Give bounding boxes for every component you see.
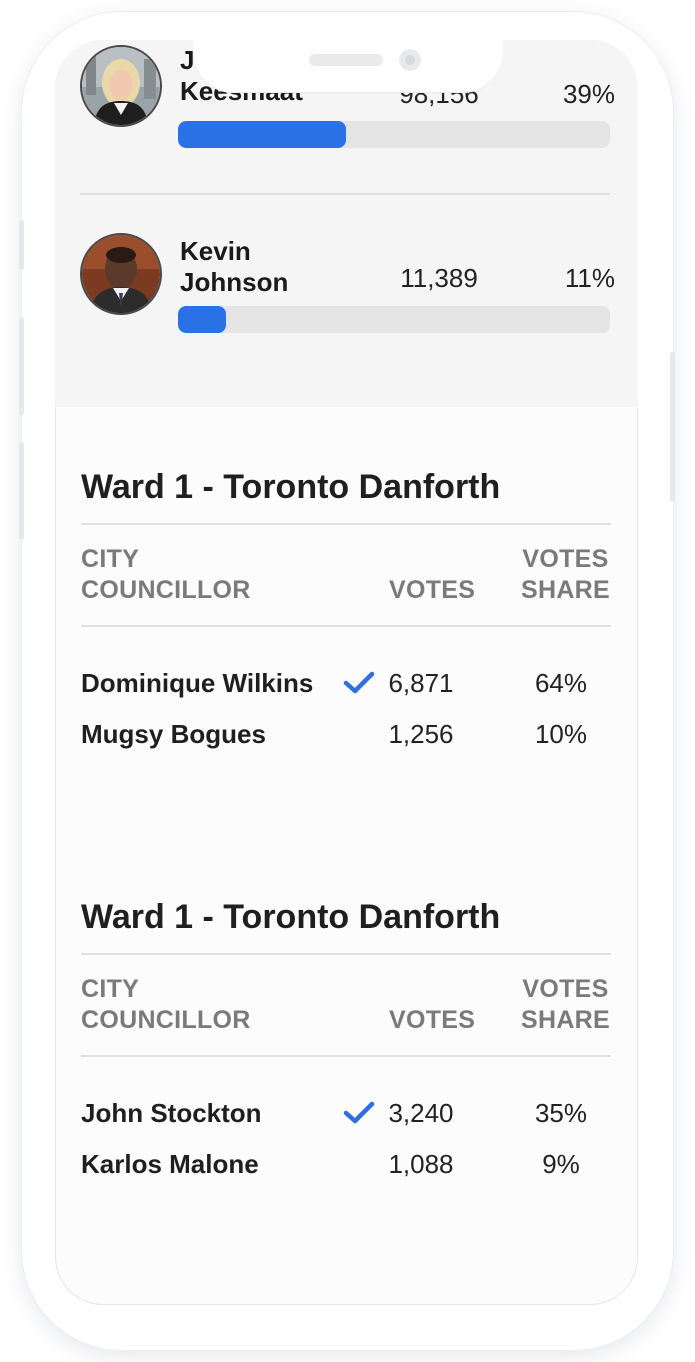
vote-share-bar xyxy=(178,306,610,333)
header-divider xyxy=(81,1055,611,1057)
phone-screen: J Keesmaat 98,156 39% xyxy=(55,40,638,1305)
vote-share-bar xyxy=(178,121,610,148)
side-button-volume-down xyxy=(19,442,24,540)
candidate-share: 11% xyxy=(564,263,615,293)
councillor-share: 9% xyxy=(542,1149,580,1179)
councillor-votes: 6,871 xyxy=(388,668,454,698)
column-header-councillor: CITY COUNCILLOR xyxy=(81,545,251,604)
table-row[interactable]: Karlos Malone 1,088 9% xyxy=(81,1149,611,1189)
column-header-share: VOTES SHARE xyxy=(521,545,611,604)
councillor-name: Karlos Malone xyxy=(81,1149,259,1179)
candidate-name: Kevin Johnson xyxy=(180,236,340,298)
vote-share-bar-fill xyxy=(178,121,347,148)
councillor-share: 35% xyxy=(534,1098,588,1128)
candidate-name-line2: Johnson xyxy=(180,267,289,297)
column-header-councillor: CITY COUNCILLOR xyxy=(81,975,251,1034)
ward-title-divider xyxy=(81,953,611,955)
camera-icon xyxy=(399,49,421,71)
candidate-share: 39% xyxy=(562,79,615,109)
mayor-results-panel: J Keesmaat 98,156 39% xyxy=(55,40,638,407)
candidate-avatar xyxy=(80,233,162,315)
header-divider xyxy=(81,625,611,627)
councillor-votes: 1,088 xyxy=(388,1149,454,1179)
candidate-divider xyxy=(80,193,610,195)
councillor-share: 64% xyxy=(534,668,588,698)
councillor-votes: 1,256 xyxy=(388,719,454,749)
councillor-share: 10% xyxy=(534,719,588,749)
ward-title: Ward 1 - Toronto Danforth xyxy=(81,898,501,936)
speaker-grille xyxy=(309,54,383,66)
vote-share-bar-fill xyxy=(178,306,226,333)
column-header-share: VOTES SHARE xyxy=(521,975,611,1034)
device-notch xyxy=(193,40,503,92)
councillor-name: Mugsy Bogues xyxy=(81,719,266,749)
column-header-votes: VOTES xyxy=(389,576,476,604)
checkmark-icon xyxy=(343,1101,375,1124)
column-header-votes: VOTES xyxy=(389,1006,476,1034)
ward-title-divider xyxy=(81,523,611,525)
table-row[interactable]: Dominique Wilkins 6,871 64% xyxy=(81,668,611,708)
woman-portrait-icon xyxy=(82,47,160,125)
councillor-name: John Stockton xyxy=(81,1098,262,1128)
checkmark-icon xyxy=(343,671,375,694)
candidate-name-line1: Kevin xyxy=(180,236,251,266)
candidate-votes: 11,389 xyxy=(400,263,478,293)
table-row[interactable]: Mugsy Bogues 1,256 10% xyxy=(81,719,611,759)
side-button-volume-up xyxy=(19,317,24,415)
councillor-votes: 3,240 xyxy=(388,1098,454,1128)
ward-title: Ward 1 - Toronto Danforth xyxy=(81,468,501,506)
table-row[interactable]: John Stockton 3,240 35% xyxy=(81,1098,611,1138)
man-portrait-icon xyxy=(82,235,160,313)
candidate-avatar xyxy=(80,45,162,127)
councillor-name: Dominique Wilkins xyxy=(81,668,314,698)
side-button-mute xyxy=(19,220,24,270)
side-button-power xyxy=(670,352,675,502)
